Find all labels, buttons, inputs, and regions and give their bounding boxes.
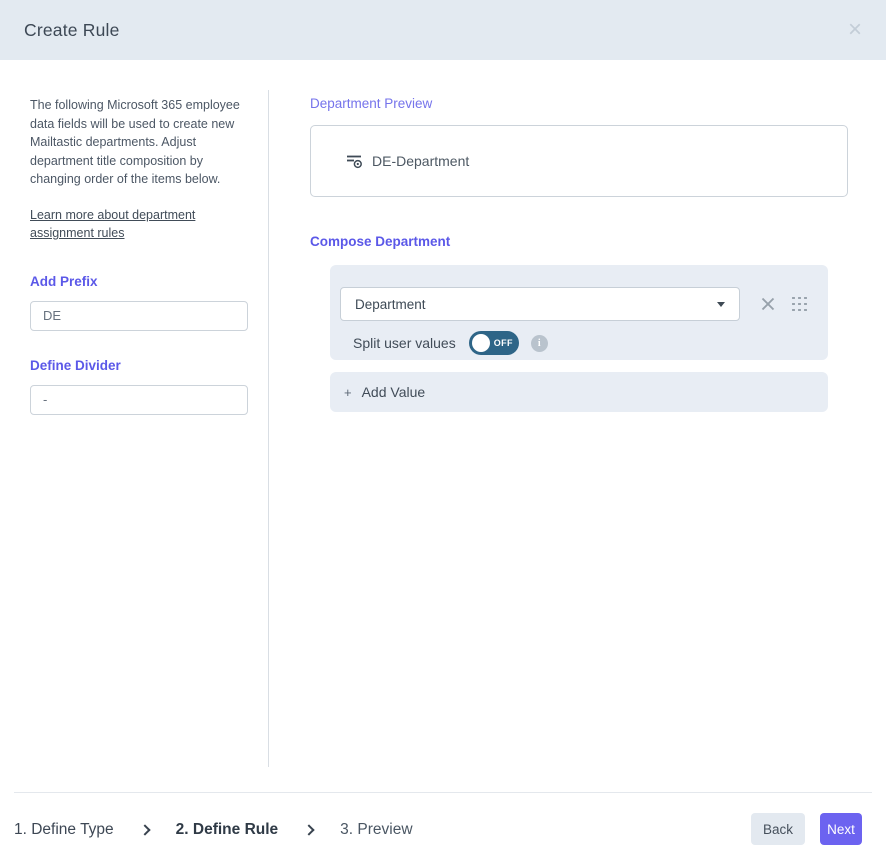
learn-more-link[interactable]: Learn more about department assignment r… xyxy=(30,206,248,243)
split-user-values-row: Split user values OFF i xyxy=(353,331,814,355)
chevron-right-icon xyxy=(304,824,315,835)
create-rule-dialog: Create Rule × The following Microsoft 36… xyxy=(0,0,886,858)
department-preview-heading: Department Preview xyxy=(310,96,848,111)
next-button[interactable]: Next xyxy=(820,813,862,845)
field-select[interactable]: Department xyxy=(340,287,740,321)
field-row: Department xyxy=(340,287,814,321)
step-define-rule[interactable]: 2. Define Rule xyxy=(176,821,279,839)
add-value-label: Add Value xyxy=(362,384,426,400)
plus-icon: + xyxy=(344,385,352,400)
department-preview-box: DE-Department xyxy=(310,125,848,197)
vertical-divider xyxy=(268,90,269,767)
main-panel: Department Preview DE-Department Compose… xyxy=(310,96,848,412)
description-text: The following Microsoft 365 employee dat… xyxy=(30,96,248,189)
add-value-button[interactable]: + Add Value xyxy=(330,372,828,412)
dialog-header: Create Rule × xyxy=(0,0,886,60)
compose-field-card: Department Split user values OFF i xyxy=(330,265,828,360)
prefix-input[interactable] xyxy=(30,301,248,331)
split-user-values-label: Split user values xyxy=(353,335,456,351)
chevron-down-icon xyxy=(717,302,725,307)
left-panel: The following Microsoft 365 employee dat… xyxy=(30,96,248,415)
add-prefix-label: Add Prefix xyxy=(30,274,248,289)
remove-field-icon[interactable] xyxy=(759,295,777,313)
back-button[interactable]: Back xyxy=(751,813,805,845)
info-icon[interactable]: i xyxy=(531,335,548,352)
step-preview[interactable]: 3. Preview xyxy=(340,821,412,839)
close-icon[interactable]: × xyxy=(848,18,862,42)
split-toggle[interactable]: OFF xyxy=(469,331,519,355)
footer-divider xyxy=(14,792,872,793)
chevron-right-icon xyxy=(139,824,150,835)
drag-handle-icon[interactable] xyxy=(792,297,807,312)
preview-value: DE-Department xyxy=(372,153,469,169)
toggle-knob xyxy=(472,334,490,352)
dialog-title: Create Rule xyxy=(24,20,120,41)
compose-department-heading: Compose Department xyxy=(310,234,848,249)
step-define-type[interactable]: 1. Define Type xyxy=(14,821,114,839)
divider-input[interactable] xyxy=(30,385,248,415)
wizard-steps: 1. Define Type 2. Define Rule 3. Preview xyxy=(14,817,413,843)
rule-list-icon xyxy=(345,152,363,170)
field-select-value: Department xyxy=(355,297,426,312)
define-divider-label: Define Divider xyxy=(30,358,248,373)
toggle-state-label: OFF xyxy=(494,331,513,355)
